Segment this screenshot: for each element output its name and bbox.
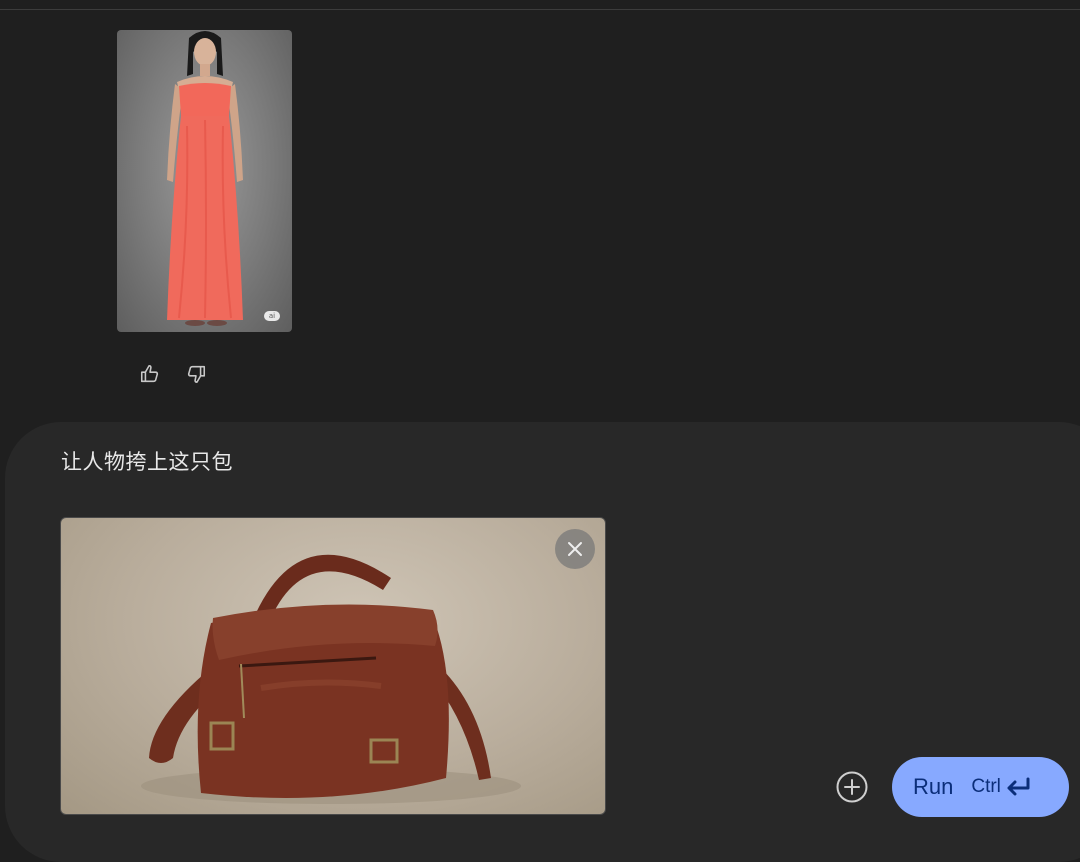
attached-image[interactable] — [60, 517, 606, 815]
ai-badge: ai — [264, 311, 280, 321]
remove-attachment-button[interactable] — [555, 529, 595, 569]
run-shortcut: Ctrl — [971, 776, 1001, 797]
thumb-up-icon — [140, 364, 159, 383]
run-label: Run — [913, 774, 954, 799]
run-button[interactable]: Run Ctrl — [892, 757, 1069, 817]
top-divider — [0, 9, 1080, 10]
handbag-illustration — [141, 554, 521, 804]
thumb-up-button[interactable] — [138, 362, 162, 386]
thumb-down-button[interactable] — [184, 362, 208, 386]
prompt-input[interactable]: 让人物挎上这只包 — [61, 446, 233, 476]
thumb-down-icon — [187, 365, 206, 384]
add-media-button[interactable] — [834, 769, 870, 805]
dress-model-illustration — [167, 31, 243, 326]
generated-image[interactable]: ai — [117, 30, 292, 332]
close-icon — [568, 542, 582, 556]
add-circle-icon — [836, 771, 868, 803]
enter-key-icon — [1004, 776, 1032, 798]
